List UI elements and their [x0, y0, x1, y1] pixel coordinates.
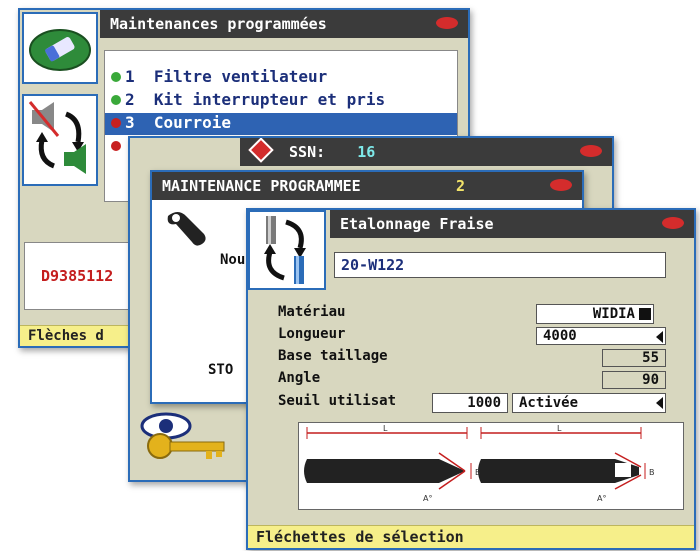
- machine-code: D9385112: [41, 267, 114, 285]
- longueur-label: Longueur: [278, 326, 346, 342]
- seuil-mode-select[interactable]: Activée: [512, 393, 666, 413]
- brand-logo-icon: [550, 179, 572, 191]
- status-dot-icon: [111, 118, 121, 128]
- maintenance-count: 2: [456, 177, 466, 195]
- eraser-icon: [29, 29, 91, 71]
- diamond-warning-icon: [248, 138, 274, 163]
- cutter-diagram: L L B B A° A°: [298, 422, 684, 510]
- angle-value: 90: [602, 371, 666, 389]
- status-dot-icon: [111, 72, 121, 82]
- dim-l-left: L: [383, 424, 388, 433]
- base-taillage-value: 55: [602, 349, 666, 367]
- window-title-bar: Maintenances programmées: [100, 10, 468, 38]
- status-dot-icon: [111, 95, 121, 105]
- wrench-icon: [164, 208, 210, 248]
- status-dot-icon: [111, 141, 121, 151]
- base-taillage-label: Base taillage: [278, 348, 388, 364]
- materiau-label: Matériau: [278, 304, 346, 320]
- list-item[interactable]: 2 Kit interrupteur et pris: [111, 90, 385, 112]
- ssn-title-bar: SSN: 16: [240, 138, 612, 166]
- list-item[interactable]: 1 Filtre ventilateur: [111, 67, 327, 89]
- left-arrow-icon: [656, 331, 663, 343]
- dropdown-arrow-icon: [639, 308, 651, 320]
- longueur-select[interactable]: 4000: [536, 327, 666, 345]
- status-bar: Fléchettes de sélection: [248, 525, 694, 548]
- seuil-label: Seuil utilisat: [278, 393, 397, 409]
- ssn-value: 16: [357, 143, 376, 161]
- ssn-label: SSN:: [289, 143, 326, 161]
- seuil-value-field[interactable]: 1000: [432, 393, 508, 413]
- angle-label: Angle: [278, 370, 321, 386]
- window-title: Etalonnage Fraise: [340, 215, 494, 233]
- brand-logo-icon: [662, 217, 684, 229]
- window-title: Maintenances programmées: [110, 15, 327, 33]
- dim-b-right: B: [649, 468, 655, 477]
- brand-logo-icon: [436, 17, 458, 29]
- dim-l-right: L: [557, 424, 562, 433]
- partial-text-sto: STO: [208, 362, 234, 378]
- speaker-toggle-icon: [28, 101, 86, 174]
- brand-logo-icon: [580, 145, 602, 157]
- tool-swap-button[interactable]: [248, 210, 326, 290]
- window-etalonnage-fraise: Etalonnage Fraise 20-W122 Matériau WIDIA…: [246, 208, 696, 550]
- left-arrow-icon: [656, 397, 663, 409]
- dim-a-right: A°: [597, 494, 606, 503]
- tool-swap-icon: [264, 216, 306, 284]
- tool-code-field[interactable]: 20-W122: [334, 252, 666, 278]
- dim-a-left: A°: [423, 494, 432, 503]
- etalonnage-title-bar: Etalonnage Fraise: [330, 210, 694, 238]
- eraser-button[interactable]: [22, 12, 98, 84]
- sound-toggle-button[interactable]: [22, 94, 98, 186]
- partial-text-nou: Nou: [220, 252, 246, 268]
- maintenance-title-bar: MAINTENANCE PROGRAMMEE 2: [152, 172, 582, 200]
- list-item-selected[interactable]: 3 Courroie: [105, 113, 457, 135]
- window-title: MAINTENANCE PROGRAMMEE: [162, 177, 361, 195]
- eye-key-icon: [136, 406, 232, 468]
- materiau-select[interactable]: WIDIA: [536, 304, 654, 324]
- dim-b-left: B: [475, 468, 481, 477]
